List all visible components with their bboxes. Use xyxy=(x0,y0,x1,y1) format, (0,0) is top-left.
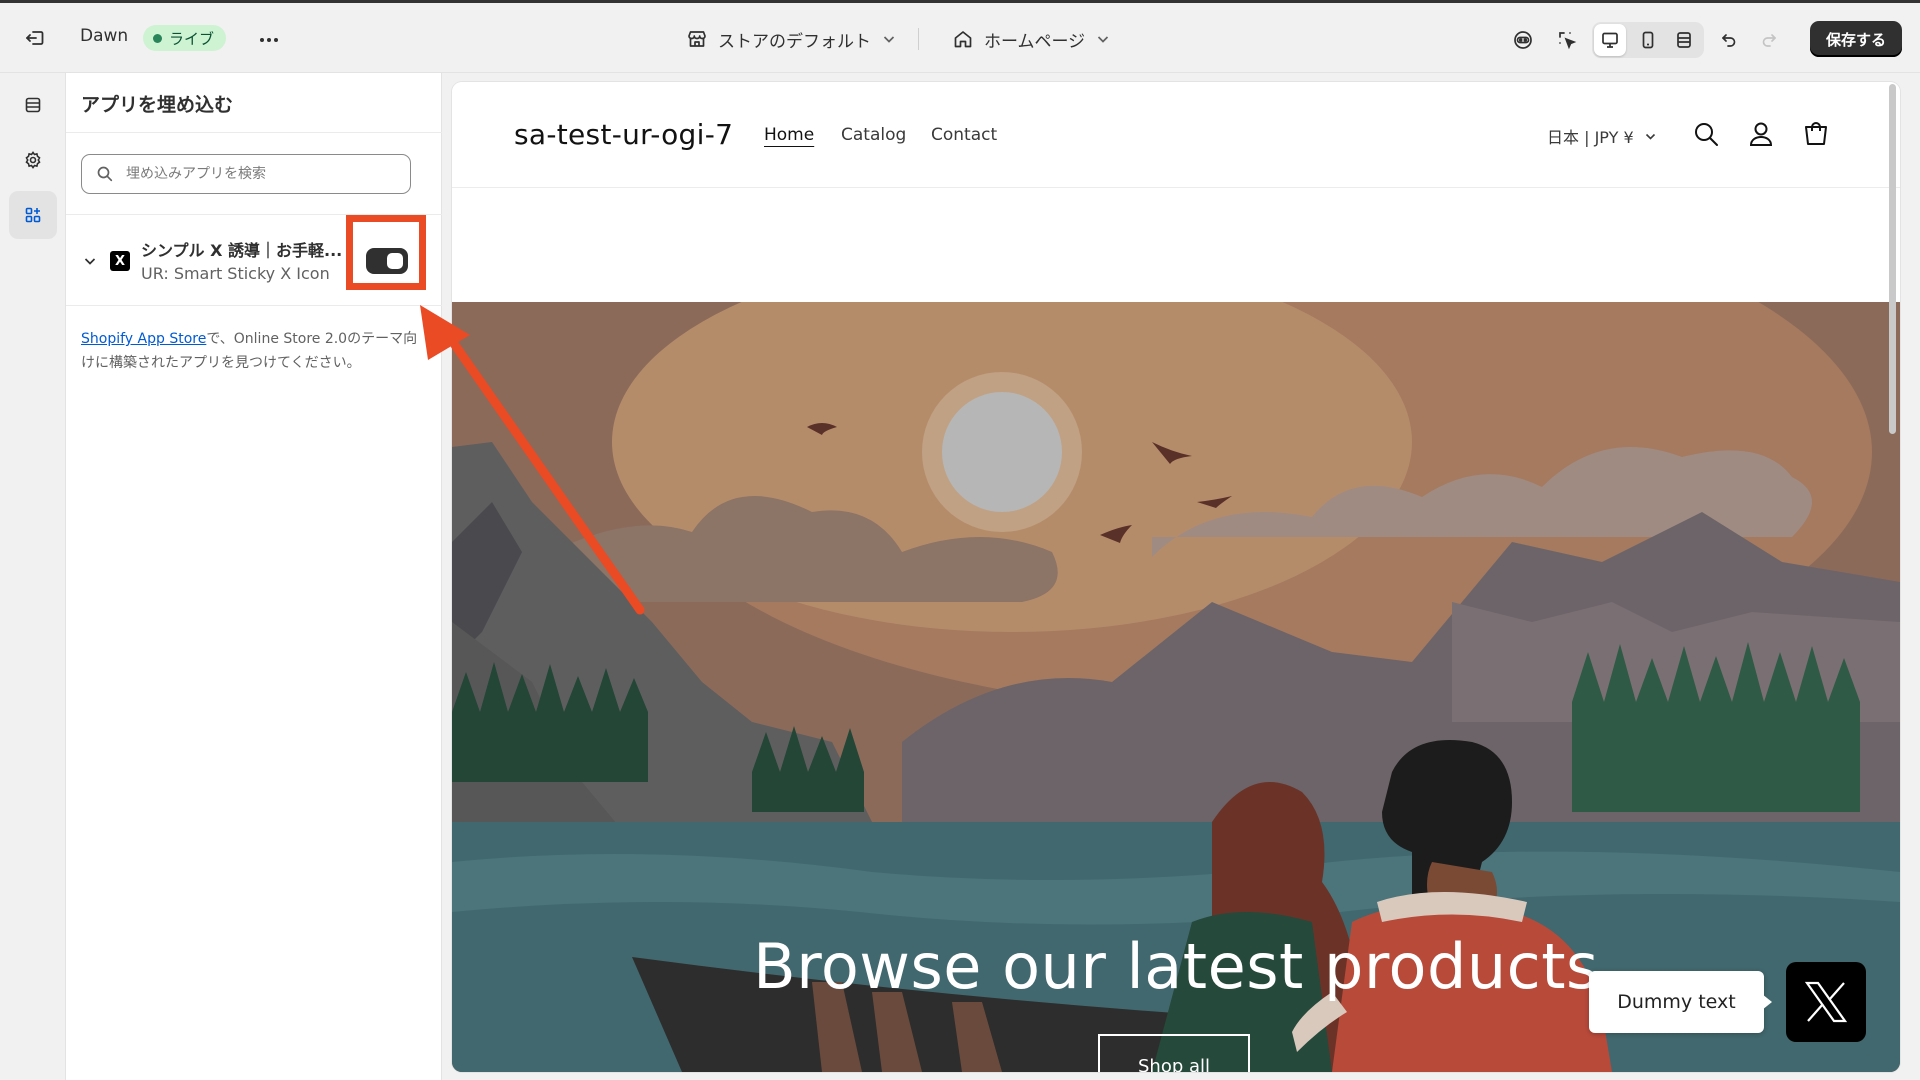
exit-icon[interactable] xyxy=(22,25,48,51)
live-badge-label: ライブ xyxy=(169,29,215,48)
toggle-knob xyxy=(387,253,403,269)
app-store-link[interactable]: Shopify App Store xyxy=(81,331,206,347)
editor-rail xyxy=(0,73,66,1080)
app-embed-toggle[interactable] xyxy=(366,248,408,274)
store-icon xyxy=(688,31,706,47)
divider xyxy=(66,132,442,133)
app-store-note: Shopify App Storeで、Online Store 2.0のテーマ向… xyxy=(81,327,421,375)
save-button[interactable]: 保存する xyxy=(1810,21,1902,57)
currency-label: 日本 | JPY ¥ xyxy=(1547,128,1634,147)
hero-banner: Browse our latest products Shop all xyxy=(452,302,1900,1072)
redo-icon[interactable] xyxy=(1754,25,1784,55)
rail-theme-settings-button[interactable] xyxy=(9,136,57,184)
store-selector[interactable]: ストアのデフォルト xyxy=(686,25,897,53)
nav-contact[interactable]: Contact xyxy=(931,125,997,145)
live-dot-icon xyxy=(153,33,162,43)
search-icon xyxy=(97,166,113,182)
nav-catalog[interactable]: Catalog xyxy=(841,125,906,145)
app-embeds-panel: アプリを埋め込む X シンプル X 誘導｜お手軽... UR: Smart St… xyxy=(66,73,442,1080)
mobile-view-icon[interactable] xyxy=(1632,24,1664,56)
fullscreen-view-icon[interactable] xyxy=(1668,24,1700,56)
preview-scrollbar[interactable] xyxy=(1889,84,1896,434)
store-selector-label: ストアのデフォルト xyxy=(718,31,871,52)
page-selector[interactable]: ホームページ xyxy=(952,25,1111,53)
app-embed-row[interactable]: X シンプル X 誘導｜お手軽... UR: Smart Sticky X Ic… xyxy=(66,215,442,305)
chevron-down-icon xyxy=(1645,133,1655,140)
rail-sections-button[interactable] xyxy=(9,81,57,129)
cart-icon[interactable] xyxy=(1800,118,1832,150)
app-embed-icon xyxy=(25,207,41,223)
currency-selector[interactable]: 日本 | JPY ¥ xyxy=(1547,124,1657,148)
page-selector-label: ホームページ xyxy=(984,31,1086,52)
undo-icon[interactable] xyxy=(1714,25,1744,55)
live-status-badge: ライブ xyxy=(143,25,227,51)
panel-title: アプリを埋め込む xyxy=(81,94,234,116)
device-switcher xyxy=(1592,22,1704,58)
chevron-down-icon xyxy=(883,36,895,43)
nav-home[interactable]: Home xyxy=(764,125,814,145)
sticky-x-button[interactable] xyxy=(1786,962,1866,1042)
gear-icon xyxy=(25,151,41,169)
more-actions-icon[interactable] xyxy=(256,27,282,51)
divider xyxy=(918,28,919,50)
app-search-field[interactable] xyxy=(81,154,411,194)
app-embed-name: シンプル X 誘導｜お手軽... xyxy=(141,241,341,260)
divider xyxy=(66,305,442,306)
tooltip-pointer xyxy=(1762,994,1772,1010)
desktop-view-icon[interactable] xyxy=(1594,24,1626,56)
sections-icon xyxy=(25,97,41,113)
inspector-icon[interactable] xyxy=(1552,25,1582,55)
search-icon[interactable] xyxy=(1690,118,1722,150)
x-logo-icon xyxy=(1804,981,1848,1023)
account-icon[interactable] xyxy=(1745,118,1777,150)
theme-name: Dawn xyxy=(80,26,129,46)
x-tooltip: Dummy text xyxy=(1589,971,1764,1033)
x-logo-icon: X xyxy=(110,251,130,271)
sidekick-icon[interactable] xyxy=(1508,25,1538,55)
app-search-input[interactable] xyxy=(126,161,402,187)
storefront-preview: sa-test-ur-ogi-7 Home Catalog Contact 日本… xyxy=(452,82,1900,1072)
editor-topbar: Dawn ライブ ストアのデフォルト ホームページ 保存する xyxy=(0,0,1920,73)
chevron-down-icon[interactable] xyxy=(82,253,98,269)
home-icon xyxy=(954,31,972,48)
rail-app-embeds-button[interactable] xyxy=(9,191,57,239)
app-embed-subtitle: UR: Smart Sticky X Icon xyxy=(141,264,330,283)
store-header: sa-test-ur-ogi-7 Home Catalog Contact 日本… xyxy=(452,82,1900,188)
shop-all-button[interactable]: Shop all xyxy=(1098,1034,1250,1072)
chevron-down-icon xyxy=(1098,36,1109,43)
store-logo-text[interactable]: sa-test-ur-ogi-7 xyxy=(514,118,733,151)
